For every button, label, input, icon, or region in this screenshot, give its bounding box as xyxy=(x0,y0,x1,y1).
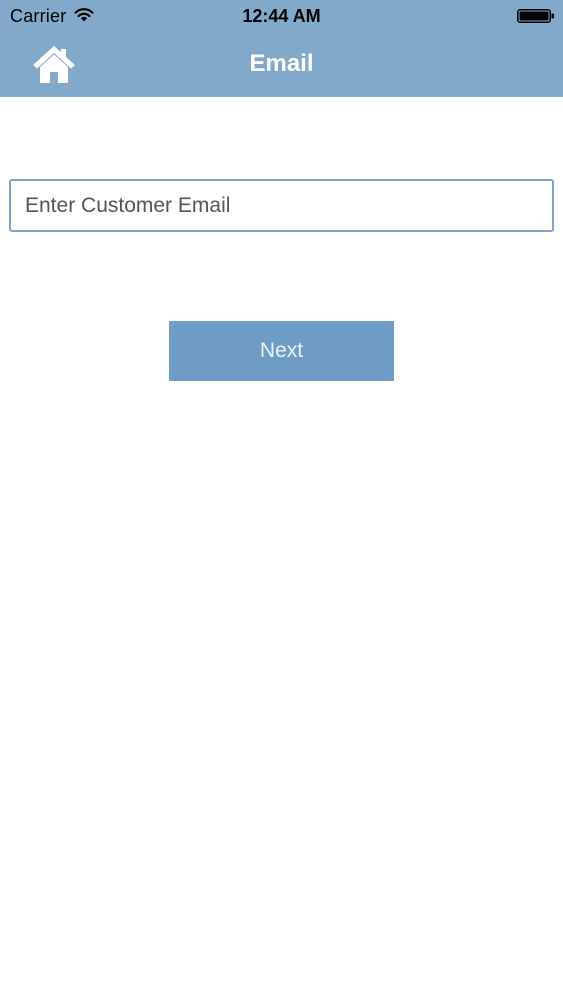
navigation-bar: Email xyxy=(0,32,563,97)
status-time: 12:44 AM xyxy=(242,6,321,26)
next-button[interactable]: Next xyxy=(169,321,394,381)
status-bar: Carrier 12:44 AM xyxy=(0,0,563,32)
email-screen: Carrier 12:44 AM Email Enter Customer Em… xyxy=(0,0,563,1000)
header: Carrier 12:44 AM Email xyxy=(0,0,563,97)
battery-full-icon xyxy=(517,9,554,23)
customer-email-input[interactable] xyxy=(9,179,554,232)
page-title: Email xyxy=(249,50,314,77)
